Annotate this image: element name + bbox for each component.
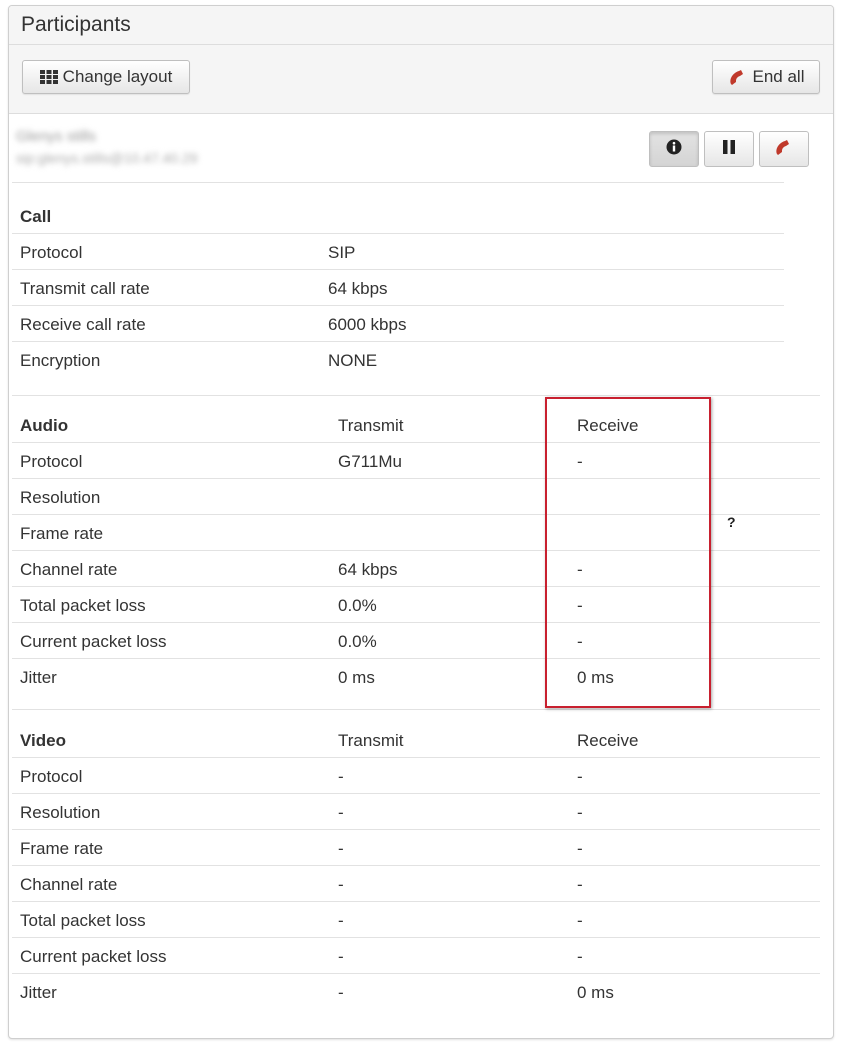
change-layout-button[interactable]: Change layout [22,60,190,94]
table-row: Frame rate - - [12,830,820,866]
row-label: Channel rate [20,875,118,894]
end-all-button[interactable]: End all [712,60,820,94]
table-row: Resolution - - [12,794,820,830]
row-label: Current packet loss [20,947,167,966]
transmit-value: 0.0% [338,632,377,651]
pause-icon [721,139,737,160]
row-label: Frame rate [20,524,104,543]
receive-column-highlight [545,397,711,708]
grid-icon [39,70,58,84]
row-label: Jitter [20,983,57,1002]
table-row: Encryption NONE [12,342,784,377]
receive-value: - [577,911,583,930]
receive-value: - [577,875,583,894]
row-label: Resolution [20,803,101,822]
participant-entry: Glenys stills sip:glenys.stills@10.47.40… [12,120,809,183]
row-label: Total packet loss [20,911,146,930]
transmit-value: 0.0% [338,596,377,615]
toolbar: Change layout End all [9,45,833,114]
info-button[interactable] [649,131,699,167]
table-row: Current packet loss - - [12,938,820,974]
row-label: Total packet loss [20,596,146,615]
row-label: Protocol [20,767,83,786]
transmit-value: 0 ms [338,668,375,687]
row-label: Protocol [20,243,83,262]
receive-header: Receive [577,731,639,750]
table-row: Receive call rate 6000 kbps [12,306,784,342]
video-section: Video Transmit Receive Protocol - - Reso… [12,722,820,1009]
transmit-value: - [338,767,344,786]
row-label: Encryption [20,351,101,370]
row-value: 64 kbps [328,279,388,298]
end-all-label: End all [752,67,805,86]
transmit-header: Transmit [338,731,404,750]
receive-value: 0 ms [577,983,614,1002]
row-label: Transmit call rate [20,279,150,298]
transmit-value: - [338,839,344,858]
row-label: Current packet loss [20,632,167,651]
receive-value: - [577,767,583,786]
row-value: 6000 kbps [328,315,407,334]
section-divider [12,709,820,710]
section-divider [12,395,820,396]
transmit-value: - [338,983,344,1002]
transmit-value: - [338,875,344,894]
row-label: Protocol [20,452,83,471]
pause-button[interactable] [704,131,754,167]
video-header-row: Video Transmit Receive [12,722,820,758]
table-row: Total packet loss - - [12,902,820,938]
table-row: Channel rate - - [12,866,820,902]
transmit-value: - [338,803,344,822]
table-row: Protocol SIP [12,234,784,270]
video-title: Video [20,731,66,750]
call-section: Call Protocol SIP Transmit call rate 64 … [12,198,784,377]
transmit-value: 64 kbps [338,560,398,579]
question-mark-annotation: ? [727,514,736,530]
receive-value: - [577,839,583,858]
transmit-value: - [338,947,344,966]
row-label: Frame rate [20,839,104,858]
panel-title: Participants [21,13,131,36]
transmit-header: Transmit [338,416,404,435]
transmit-value: - [338,911,344,930]
phone-hangup-icon [774,138,794,161]
transmit-value: G711Mu [338,452,402,471]
audio-title: Audio [20,416,69,435]
phone-hangup-icon [728,68,748,86]
row-label: Jitter [20,668,57,687]
hangup-button[interactable] [759,131,809,167]
row-value: NONE [328,351,378,370]
panel-heading: Participants [9,6,833,45]
receive-value: - [577,803,583,822]
row-value: SIP [328,243,356,262]
table-row: Transmit call rate 64 kbps [12,270,784,306]
receive-value: - [577,947,583,966]
row-label: Resolution [20,488,101,507]
participant-name: Glenys stills [16,128,97,145]
call-title: Call [20,207,52,226]
change-layout-label: Change layout [62,67,173,86]
call-header-row: Call [12,198,784,234]
info-icon [666,139,682,160]
participant-uri: sip:glenys.stills@10.47.40.29 [16,150,198,166]
row-label: Channel rate [20,560,118,579]
row-label: Receive call rate [20,315,146,334]
table-row: Jitter - 0 ms [12,974,820,1009]
table-row: Protocol - - [12,758,820,794]
